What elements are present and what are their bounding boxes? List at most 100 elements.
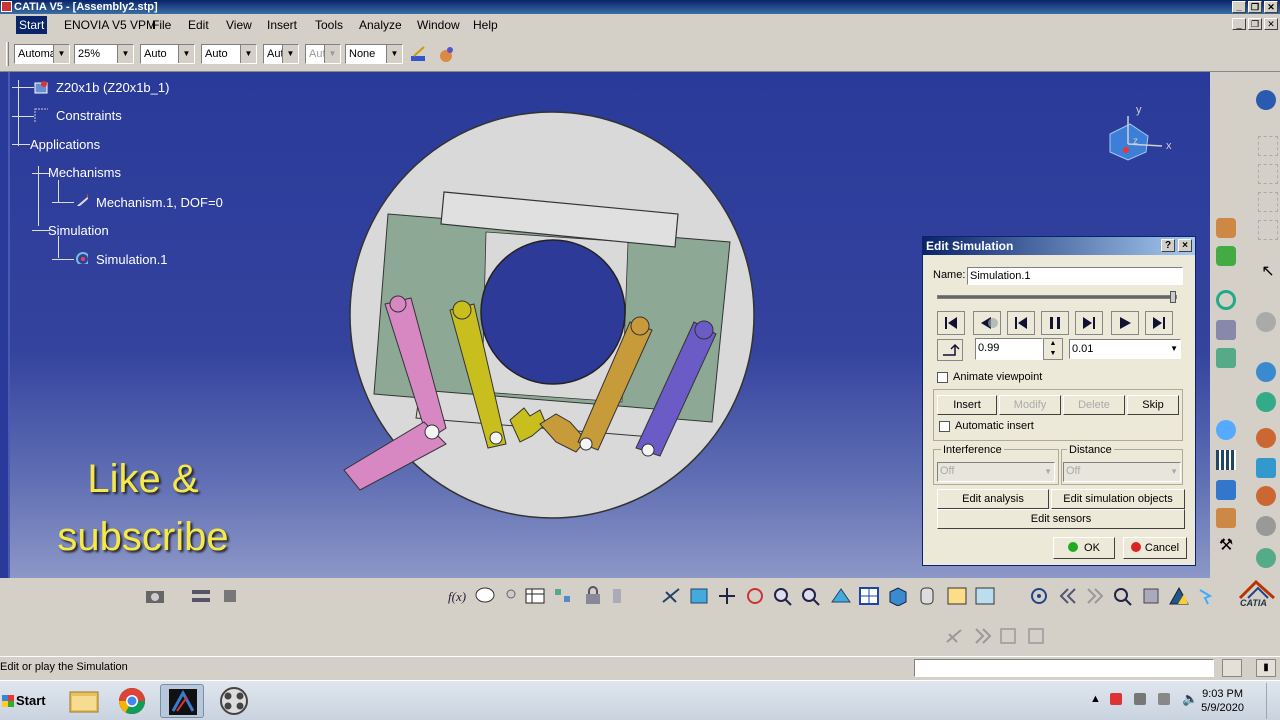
menu-view[interactable]: View bbox=[226, 18, 252, 32]
clash-icon[interactable] bbox=[220, 586, 242, 606]
hide-show-icon[interactable] bbox=[946, 586, 968, 606]
name-input[interactable]: Simulation.1 bbox=[967, 267, 1183, 285]
menu-help[interactable]: Help bbox=[473, 18, 498, 32]
fixed-part-icon[interactable] bbox=[1216, 320, 1236, 340]
file-explorer-taskbar-button[interactable] bbox=[62, 684, 106, 718]
line-thickness-combo[interactable]: Auto ▼ bbox=[140, 44, 195, 64]
swap-visible-icon[interactable] bbox=[974, 586, 996, 606]
tool-icon[interactable] bbox=[1256, 428, 1276, 448]
menu-tools[interactable]: Tools bbox=[315, 18, 343, 32]
point-type-combo[interactable]: Aut ▼ bbox=[263, 44, 299, 64]
table-icon[interactable] bbox=[524, 586, 546, 606]
tree-item-applications[interactable]: Applications bbox=[30, 137, 100, 152]
simulation-slider-thumb[interactable] bbox=[1170, 291, 1176, 303]
catia-app-icon[interactable] bbox=[1, 1, 12, 12]
dialog-title-bar[interactable]: Edit Simulation ? × bbox=[923, 237, 1195, 255]
cursor-icon[interactable]: ↖ bbox=[1258, 262, 1278, 282]
compile-icon[interactable] bbox=[998, 626, 1020, 646]
command-run-button[interactable]: ▮ bbox=[1256, 659, 1276, 677]
menu-file[interactable]: File bbox=[152, 18, 171, 32]
layer-combo[interactable]: None ▼ bbox=[345, 44, 403, 64]
tool-icon[interactable] bbox=[1256, 548, 1276, 568]
transparency-combo[interactable]: 25% ▼ bbox=[74, 44, 134, 64]
explode-icon[interactable] bbox=[190, 586, 212, 606]
delete-button[interactable]: Delete bbox=[1063, 395, 1125, 415]
iso-view-icon[interactable] bbox=[886, 586, 908, 606]
step-backward-button[interactable] bbox=[1007, 311, 1035, 335]
help-button[interactable]: ? bbox=[1161, 239, 1175, 252]
dialog-close-button[interactable]: × bbox=[1178, 239, 1192, 252]
formula-icon[interactable]: f(x) bbox=[446, 586, 468, 606]
sequence-icon[interactable] bbox=[610, 586, 632, 606]
tool-icon[interactable] bbox=[1256, 486, 1276, 506]
catia-taskbar-button[interactable] bbox=[160, 684, 204, 718]
normal-view-icon[interactable] bbox=[830, 586, 852, 606]
rendering-combo[interactable]: Aut ▼ bbox=[305, 44, 341, 64]
tree-item-simulation[interactable]: Simulation bbox=[48, 223, 109, 238]
show-desktop-button[interactable] bbox=[1266, 683, 1280, 719]
pan-icon[interactable] bbox=[716, 586, 738, 606]
camera-icon[interactable] bbox=[144, 586, 166, 606]
assembly-tool-icon[interactable] bbox=[1258, 192, 1278, 212]
color-combo[interactable]: Automa ▼ bbox=[14, 44, 70, 64]
fly-icon[interactable] bbox=[660, 586, 682, 606]
doc-restore-button[interactable]: ❐ bbox=[1248, 18, 1262, 30]
tools-palette-icon[interactable] bbox=[1140, 586, 1162, 606]
gear-joint-icon[interactable] bbox=[1216, 348, 1236, 368]
target-icon[interactable] bbox=[1028, 586, 1050, 606]
step-spinner[interactable]: ▲ ▼ bbox=[1043, 338, 1063, 360]
pause-button[interactable] bbox=[1041, 311, 1069, 335]
zoom-in-icon[interactable] bbox=[772, 586, 794, 606]
comment-icon[interactable] bbox=[474, 586, 496, 606]
constraints-icon[interactable] bbox=[34, 108, 48, 122]
minimize-button[interactable]: _ bbox=[1232, 1, 1246, 13]
tool-icon[interactable] bbox=[1256, 312, 1276, 332]
tool-icon[interactable] bbox=[1256, 458, 1276, 478]
skip-button[interactable]: Skip bbox=[1127, 395, 1179, 415]
tool-icon[interactable] bbox=[1256, 362, 1276, 382]
toolbar-grip[interactable] bbox=[6, 42, 9, 66]
selection-icon[interactable] bbox=[1196, 586, 1218, 606]
painter-icon[interactable] bbox=[408, 44, 430, 66]
kinematics-icon[interactable] bbox=[1216, 218, 1236, 238]
interference-combo[interactable]: Off ▼ bbox=[937, 462, 1055, 482]
edit-sensors-button[interactable]: Edit sensors bbox=[937, 509, 1185, 529]
sensor-icon[interactable] bbox=[1216, 420, 1236, 440]
tree-item-part[interactable]: Z20x1b (Z20x1b_1) bbox=[56, 80, 169, 95]
simulation-tool-icon[interactable] bbox=[1216, 290, 1236, 310]
command-history-button[interactable] bbox=[1222, 659, 1242, 677]
chrome-taskbar-button[interactable] bbox=[110, 684, 154, 718]
search-icon[interactable] bbox=[1112, 586, 1134, 606]
compass-icon[interactable]: y x z bbox=[1100, 104, 1180, 174]
tray-device-icon[interactable] bbox=[1158, 693, 1170, 705]
wrench-icon[interactable]: ⚒ bbox=[1216, 536, 1236, 556]
simulation-icon[interactable] bbox=[74, 250, 88, 264]
edit-simulation-objects-button[interactable]: Edit simulation objects bbox=[1051, 489, 1185, 509]
automatic-insert-checkbox[interactable] bbox=[939, 421, 950, 432]
tray-network-icon[interactable] bbox=[1134, 693, 1146, 705]
tray-flag-icon[interactable] bbox=[1110, 693, 1122, 705]
assembly-tool-icon[interactable] bbox=[1258, 164, 1278, 184]
playback-icon[interactable] bbox=[972, 626, 994, 646]
menu-insert[interactable]: Insert bbox=[267, 18, 297, 32]
lock-icon[interactable] bbox=[582, 586, 604, 606]
step-size-combo[interactable]: 0.01 ▼ bbox=[1069, 339, 1181, 359]
mesh-icon[interactable] bbox=[1168, 586, 1190, 606]
recorder-taskbar-button[interactable] bbox=[212, 684, 256, 718]
line-type-combo[interactable]: Auto ▼ bbox=[201, 44, 257, 64]
tree-item-simulation-1[interactable]: Simulation.1 bbox=[96, 252, 168, 267]
tree-item-mechanism-1[interactable]: Mechanism.1, DOF=0 bbox=[96, 195, 223, 210]
zoom-out-icon[interactable] bbox=[800, 586, 822, 606]
jump-to-end-button[interactable] bbox=[1145, 311, 1173, 335]
workbench-icon[interactable] bbox=[1256, 90, 1276, 110]
assembly-tool-icon[interactable] bbox=[1258, 136, 1278, 156]
grid-icon[interactable] bbox=[1216, 450, 1236, 470]
rotate-icon[interactable] bbox=[744, 586, 766, 606]
analysis-icon[interactable] bbox=[944, 626, 966, 646]
volume-icon[interactable]: 🔈 bbox=[1182, 691, 1198, 707]
close-button[interactable]: ✕ bbox=[1264, 1, 1278, 13]
shading-icon[interactable] bbox=[916, 586, 938, 606]
loop-mode-icon[interactable] bbox=[937, 339, 963, 361]
joint-icon[interactable] bbox=[1216, 246, 1236, 266]
assembly-tool-icon[interactable] bbox=[1258, 220, 1278, 240]
